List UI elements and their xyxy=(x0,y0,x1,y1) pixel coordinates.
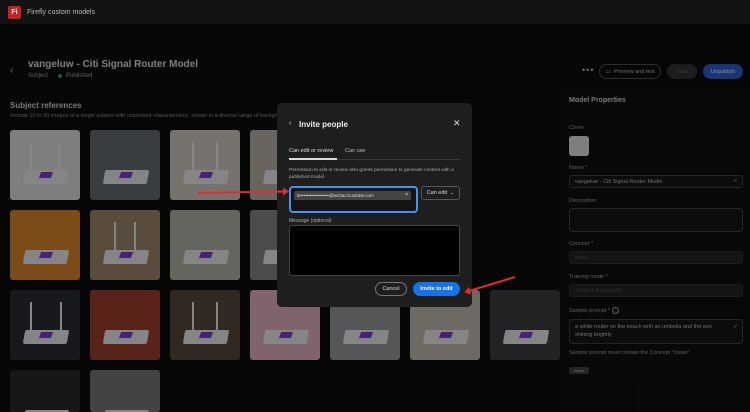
tab-can-edit-or-review[interactable]: Can edit or review xyxy=(289,148,333,154)
chevron-down-icon: ⌄ xyxy=(450,190,455,196)
invite-people-dialog: ‹ Invite people ✕ Can edit or review Can… xyxy=(277,103,472,307)
app-title: Firefly custom models xyxy=(27,8,96,16)
email-chip-text: tit••••••••••••••••••@techacct.adobe.com xyxy=(297,193,374,198)
email-chip: tit••••••••••••••••••@techacct.adobe.com… xyxy=(294,191,411,200)
cancel-button[interactable]: Cancel xyxy=(375,282,407,296)
close-icon[interactable]: ✕ xyxy=(453,118,461,129)
invite-to-edit-button[interactable]: Invite to edit xyxy=(413,282,460,296)
tab-can-use[interactable]: Can use xyxy=(345,148,366,154)
active-tab-indicator xyxy=(289,158,337,160)
permission-note: Permission to edit or review also grants… xyxy=(289,168,454,180)
dialog-title: Invite people xyxy=(299,120,348,129)
firefly-logo: Fi xyxy=(8,5,21,19)
message-label: Message (optional) xyxy=(289,218,332,224)
permission-select[interactable]: Can edit ⌄ xyxy=(421,186,460,200)
app-top-bar: Fi Firefly custom models xyxy=(0,0,750,24)
chevron-left-icon[interactable]: ‹ xyxy=(289,120,291,127)
permission-select-label: Can edit xyxy=(426,190,448,196)
email-input[interactable]: tit••••••••••••••••••@techacct.adobe.com… xyxy=(289,186,418,213)
remove-chip-icon[interactable]: × xyxy=(405,192,408,198)
message-textarea[interactable] xyxy=(289,225,460,276)
